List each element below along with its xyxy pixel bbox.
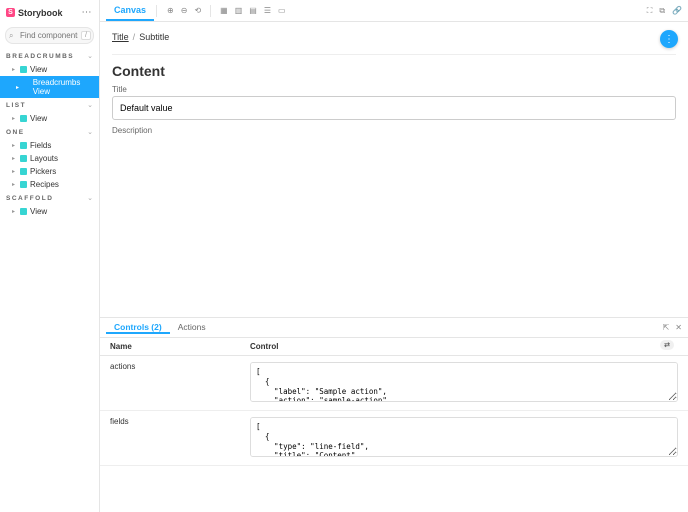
measure-icon[interactable]: ☰ [264,6,271,15]
json-editor[interactable]: [ { "label": "Sample action", "action": … [250,362,678,402]
main: Canvas ⊕ ⊖ ⟲ ▦ ▥ ▤ ☰ ▭ ⛶ ⧉ 🔗 ⋮ [100,0,688,512]
collapse-icon: ⌄ [87,128,93,136]
tab-canvas[interactable]: Canvas [106,0,154,21]
control-row: fields☰ RAW[ { "type": "line-field", "ti… [100,411,688,466]
zoom-reset-icon[interactable]: ⟲ [194,6,201,15]
comp-icon [20,115,27,122]
caret-icon: ▸ [12,142,17,149]
caret-icon: ▸ [12,66,17,73]
group-label: ONE [6,129,25,136]
collapse-icon: ⌄ [87,52,93,60]
story-icon [24,84,30,91]
group-label: LIST [6,102,26,109]
tree-item[interactable]: ▸ Layouts [0,152,99,165]
fab-button[interactable]: ⋮ [660,30,678,48]
breadcrumb: Title / Subtitle [112,32,676,42]
sidebar: S Storybook ⋯ ⌕ / BREADCRUMBS ⌄ ▸ View ▸ Brea… [0,0,100,512]
zoom-out-icon[interactable]: ⊖ [181,6,188,15]
close-icon[interactable]: ✕ [675,323,682,332]
tree-item[interactable]: ▸ View [0,112,99,125]
controls-table: Name Control ⇄ actions☰ RAW[ { "label": … [100,338,688,512]
story-tree: BREADCRUMBS ⌄ ▸ View ▸ Breadcrumbs View LIST ⌄ ▸… [0,49,99,512]
tree-item-label: View [30,114,47,123]
addon-tab[interactable]: Controls (2) [106,322,170,334]
tree-item[interactable]: ▸ View [0,205,99,218]
tree-item-label: View [30,65,47,74]
group-label: BREADCRUMBS [6,53,74,60]
search-shortcut: / [81,31,91,40]
background-icon[interactable]: ▦ [220,6,228,15]
tree-group[interactable]: BREADCRUMBS ⌄ [0,49,99,63]
ellipsis-icon: ⋯ [82,8,92,18]
caret-icon: ▸ [12,181,17,188]
addons-panel: Controls (2)Actions ⇱ ✕ Name Control ⇄ a… [100,317,688,512]
col-name-header: Name [110,342,250,351]
search-field: ⌕ / [5,27,94,44]
json-editor[interactable]: [ { "type": "line-field", "title": "Cont… [250,417,678,457]
canvas: ⋮ Title / Subtitle Content Title Descrip… [100,22,688,317]
addon-tab[interactable]: Actions [170,322,214,334]
comp-icon [20,142,27,149]
control-name: fields [110,417,250,459]
control-name: actions [110,362,250,404]
group-label: SCAFFOLD [6,195,53,202]
breadcrumb-sep: / [133,32,136,42]
caret-icon: ▸ [12,208,17,215]
tree-item-label: Breadcrumbs View [33,78,93,96]
tree-item-label: View [30,207,47,216]
viewport-icon[interactable]: ▤ [249,6,257,15]
comp-icon [20,66,27,73]
comp-icon [20,208,27,215]
tree-item[interactable]: ▸ Breadcrumbs View [0,76,99,98]
more-vert-icon: ⋮ [664,34,674,45]
breadcrumb-link[interactable]: Title [112,32,129,42]
tree-item[interactable]: ▸ Pickers [0,165,99,178]
collapse-icon: ⌄ [87,101,93,109]
grid-icon[interactable]: ▥ [235,6,243,15]
caret-icon: ▸ [12,155,17,162]
reset-button[interactable]: ⇄ [660,340,674,350]
eject-icon[interactable]: ⇱ [663,323,670,332]
tree-item[interactable]: ▸ View [0,63,99,76]
tree-group[interactable]: ONE ⌄ [0,125,99,139]
control-row: actions☰ RAW[ { "label": "Sample action"… [100,356,688,411]
title-label: Title [112,85,676,94]
tree-item-label: Layouts [30,154,58,163]
section-title: Content [112,63,676,79]
search-icon: ⌕ [9,31,13,41]
tree-item-label: Pickers [30,167,56,176]
tree-item[interactable]: ▸ Recipes [0,178,99,191]
tree-group[interactable]: LIST ⌄ [0,98,99,112]
caret-icon: ▸ [12,168,17,175]
fullscreen-icon[interactable]: ⛶ [647,6,653,16]
link-icon[interactable]: 🔗 [672,6,682,15]
caret-icon: ▸ [12,115,17,122]
comp-icon [20,181,27,188]
description-label: Description [112,126,676,135]
storybook-logo-icon: S [6,8,15,17]
breadcrumb-current: Subtitle [139,32,169,42]
title-input[interactable] [112,96,676,120]
col-control-header: Control ⇄ [250,342,678,351]
open-tab-icon[interactable]: ⧉ [659,6,665,16]
toolbar: Canvas ⊕ ⊖ ⟲ ▦ ▥ ▤ ☰ ▭ ⛶ ⧉ 🔗 [100,0,688,22]
comp-icon [20,168,27,175]
tree-item[interactable]: ▸ Fields [0,139,99,152]
zoom-in-icon[interactable]: ⊕ [167,6,174,15]
comp-icon [20,155,27,162]
tree-item-label: Recipes [30,180,59,189]
brand-title: Storybook [18,8,63,18]
collapse-icon: ⌄ [87,194,93,202]
caret-icon: ▸ [16,84,21,91]
sidebar-header: S Storybook ⋯ [0,0,99,25]
outline-icon[interactable]: ▭ [278,6,286,15]
tree-group[interactable]: SCAFFOLD ⌄ [0,191,99,205]
menu-button[interactable]: ⋯ [80,6,93,19]
tree-item-label: Fields [30,141,51,150]
